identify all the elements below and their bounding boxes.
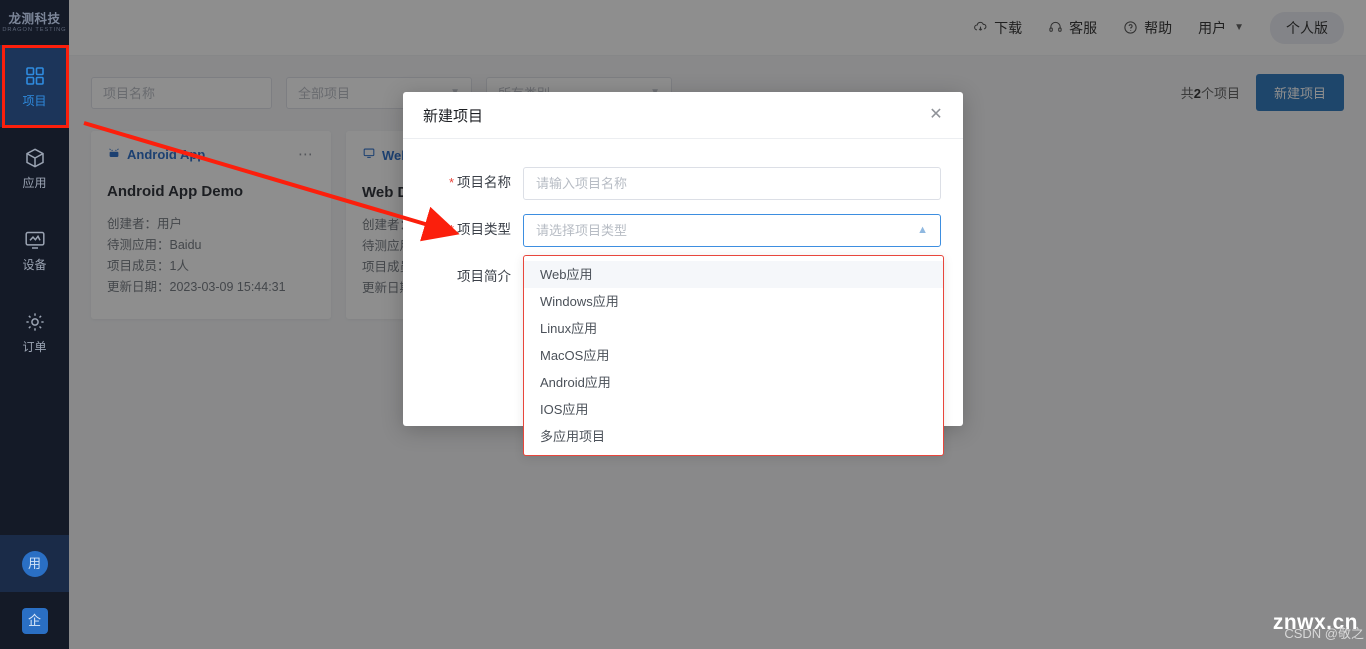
watermark: znwx.cn CSDN @敬之 — [1273, 612, 1358, 641]
project-intro-label: 项目简介 — [425, 261, 523, 293]
project-type-placeholder: 请选择项目类型 — [536, 215, 627, 246]
logo-title: 龙测科技 — [8, 12, 60, 26]
annotation-highlight-box — [2, 45, 69, 128]
project-name-field-wrap: 请输入项目名称 — [523, 167, 941, 200]
app-root: 下载 客服 — [0, 0, 1366, 649]
project-type-dropdown: Web应用 Windows应用 Linux应用 MacOS应用 Android应… — [523, 255, 944, 456]
sidebar-item-personal[interactable]: 用 — [0, 535, 69, 592]
logo-subtitle: DRAGON TESTING — [2, 26, 66, 34]
sidebar-item-apps[interactable]: 应用 — [0, 127, 69, 209]
dropdown-option-android[interactable]: Android应用 — [524, 369, 943, 396]
dialog-title: 新建项目 — [423, 105, 483, 126]
label-text: 项目名称 — [457, 175, 511, 190]
dialog-body: *项目名称 请输入项目名称 *项目类型 请选择项目类型 ▲ Web应用 — [403, 139, 963, 349]
building-badge-icon: 企 — [22, 608, 48, 634]
close-icon[interactable]: ✕ — [927, 106, 945, 124]
dropdown-option-multi-app[interactable]: 多应用项目 — [524, 423, 943, 450]
gear-icon — [23, 310, 47, 334]
sidebar-item-enterprise[interactable]: 企 — [0, 592, 69, 649]
chevron-up-icon: ▲ — [917, 215, 928, 246]
project-type-field-wrap: 请选择项目类型 ▲ Web应用 Windows应用 Linux应用 MacOS应… — [523, 214, 941, 247]
brand-logo: 龙测科技 DRAGON TESTING — [0, 0, 69, 45]
project-name-input[interactable]: 请输入项目名称 — [523, 167, 941, 200]
required-marker: * — [449, 175, 454, 190]
form-row-project-type: *项目类型 请选择项目类型 ▲ Web应用 Windows应用 Linux应用 … — [425, 214, 941, 247]
sidebar-item-label: 订单 — [22, 341, 46, 354]
dialog-header: 新建项目 ✕ — [403, 92, 963, 139]
sidebar-item-devices[interactable]: 设备 — [0, 209, 69, 291]
dropdown-option-web[interactable]: Web应用 — [524, 261, 943, 288]
sidebar-item-label: 应用 — [22, 177, 46, 190]
dropdown-option-linux[interactable]: Linux应用 — [524, 315, 943, 342]
form-row-project-name: *项目名称 请输入项目名称 — [425, 167, 941, 200]
label-text: 项目类型 — [457, 222, 511, 237]
sidebar-item-label: 设备 — [22, 259, 46, 272]
monitor-icon — [23, 228, 47, 252]
project-type-label: *项目类型 — [425, 214, 523, 246]
sidebar-item-orders[interactable]: 订单 — [0, 291, 69, 373]
dropdown-option-windows[interactable]: Windows应用 — [524, 288, 943, 315]
cube-icon — [23, 146, 47, 170]
required-marker: * — [449, 222, 454, 237]
project-type-select[interactable]: 请选择项目类型 ▲ — [523, 214, 941, 247]
new-project-dialog: 新建项目 ✕ *项目名称 请输入项目名称 *项目类型 请选择项目类型 — [403, 92, 963, 426]
dropdown-option-macos[interactable]: MacOS应用 — [524, 342, 943, 369]
project-name-label: *项目名称 — [425, 167, 523, 199]
watermark-sub: CSDN @敬之 — [1273, 627, 1364, 641]
sidebar-bottom-group: 用 企 — [0, 535, 69, 649]
dropdown-option-ios[interactable]: IOS应用 — [524, 396, 943, 423]
user-badge-icon: 用 — [22, 551, 48, 577]
